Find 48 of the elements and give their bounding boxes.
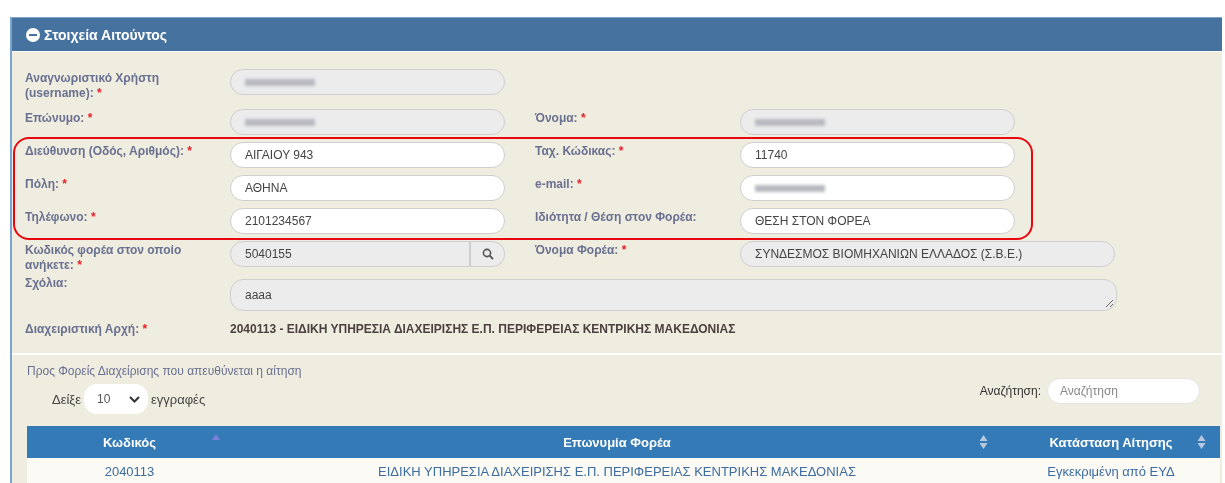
input-field[interactable]: 11740 (740, 142, 1015, 168)
search-field[interactable]: Αναζήτηση (1047, 378, 1200, 404)
field-label: Ταχ. Κώδικας: * (535, 143, 624, 159)
column-header[interactable]: Επωνυμία Φορέα (232, 426, 1002, 458)
column-header[interactable]: Κατάσταση Αίτησης (1002, 426, 1220, 458)
search-label: Αναζήτηση: (979, 384, 1041, 398)
chevron-down-icon (129, 395, 140, 403)
search-button[interactable] (470, 241, 505, 267)
redacted-value (755, 118, 825, 126)
comments-field[interactable]: aaaa (230, 279, 1117, 311)
table-cell: 2040113 (27, 458, 232, 483)
redacted-value (755, 184, 825, 192)
input-field[interactable] (740, 175, 1015, 201)
resize-grip-icon[interactable] (1105, 299, 1113, 307)
collapse-icon[interactable] (26, 27, 40, 42)
field-label: Τηλέφωνο: * (25, 209, 96, 225)
input-field[interactable]: ΑΙΓΑΙΟΥ 943 (230, 142, 505, 168)
panel-title: Στοιχεία Αιτούντος (44, 26, 168, 43)
field-label: Ιδιότητα / Θέση στον Φορέα: (535, 209, 697, 225)
entries-label: εγγραφές (151, 391, 206, 407)
redacted-value (245, 78, 315, 86)
field-label: Επώνυμο: * (25, 110, 93, 126)
input-field[interactable] (230, 109, 505, 135)
field-label: e-mail: * (535, 176, 582, 192)
input-field[interactable] (230, 69, 505, 95)
table-cell: Εγκεκριμένη από ΕΥΔ (1002, 458, 1220, 483)
page-length-select[interactable]: 10 (84, 384, 148, 414)
redacted-value (245, 118, 315, 126)
field-label: Διαχειριστική Αρχή: * (25, 321, 148, 337)
table-cell: ΕΙΔΙΚΗ ΥΠΗΡΕΣΙΑ ΔΙΑΧΕΙΡΙΣΗΣ Ε.Π. ΠΕΡΙΦΕΡΕΙΑΣ ΚΕΝΤΡΙΚΗΣ ΜΑΚΕΔΟΝΙΑΣ (232, 458, 1002, 483)
column-header[interactable]: Κωδικός (27, 426, 232, 458)
input-field[interactable]: 5040155 (230, 241, 470, 267)
field-label: Σχόλια: (25, 275, 68, 291)
field-value: 2040113 - ΕΙΔΙΚΗ ΥΠΗΡΕΣΙΑ ΔΙΑΧΕΙΡΙΣΗΣ Ε.Π. ΠΕΡΙΦΕΡΕΙΑΣ ΚΕΝΤΡΙΚΗΣ ΜΑΚΕΔΟΝΙΑΣ (230, 321, 737, 336)
input-field[interactable] (740, 109, 1015, 135)
search-icon (481, 248, 494, 260)
section-title: Προς Φορείς Διαχείρισης που απευθύνεται η αίτηση (27, 364, 303, 378)
field-label: Όνομα Φορέα: * (535, 242, 627, 258)
field-label: Κωδικός φορέα στον οποίο ανήκετε: * (25, 242, 183, 273)
field-label: Όνομα: * (535, 110, 586, 126)
input-field[interactable]: 2101234567 (230, 208, 505, 234)
input-field[interactable]: ΣΥΝΔΕΣΜΟΣ ΒΙΟΜΗΧΑΝΙΩΝ ΕΛΛΑΔΟΣ (Σ.Β.Ε.) (740, 241, 1115, 267)
show-label: Δείξε (52, 391, 81, 407)
input-field[interactable]: ΘΕΣΗ ΣΤΟΝ ΦΟΡΕΑ (740, 208, 1015, 234)
field-label: Διεύθυνση (Οδός, Αριθμός): * (25, 143, 192, 159)
input-field[interactable]: ΑΘΗΝΑ (230, 175, 505, 201)
field-label: Αναγνωριστικό Χρήστη (username): * (25, 70, 161, 101)
field-label: Πόλη: * (25, 176, 67, 192)
